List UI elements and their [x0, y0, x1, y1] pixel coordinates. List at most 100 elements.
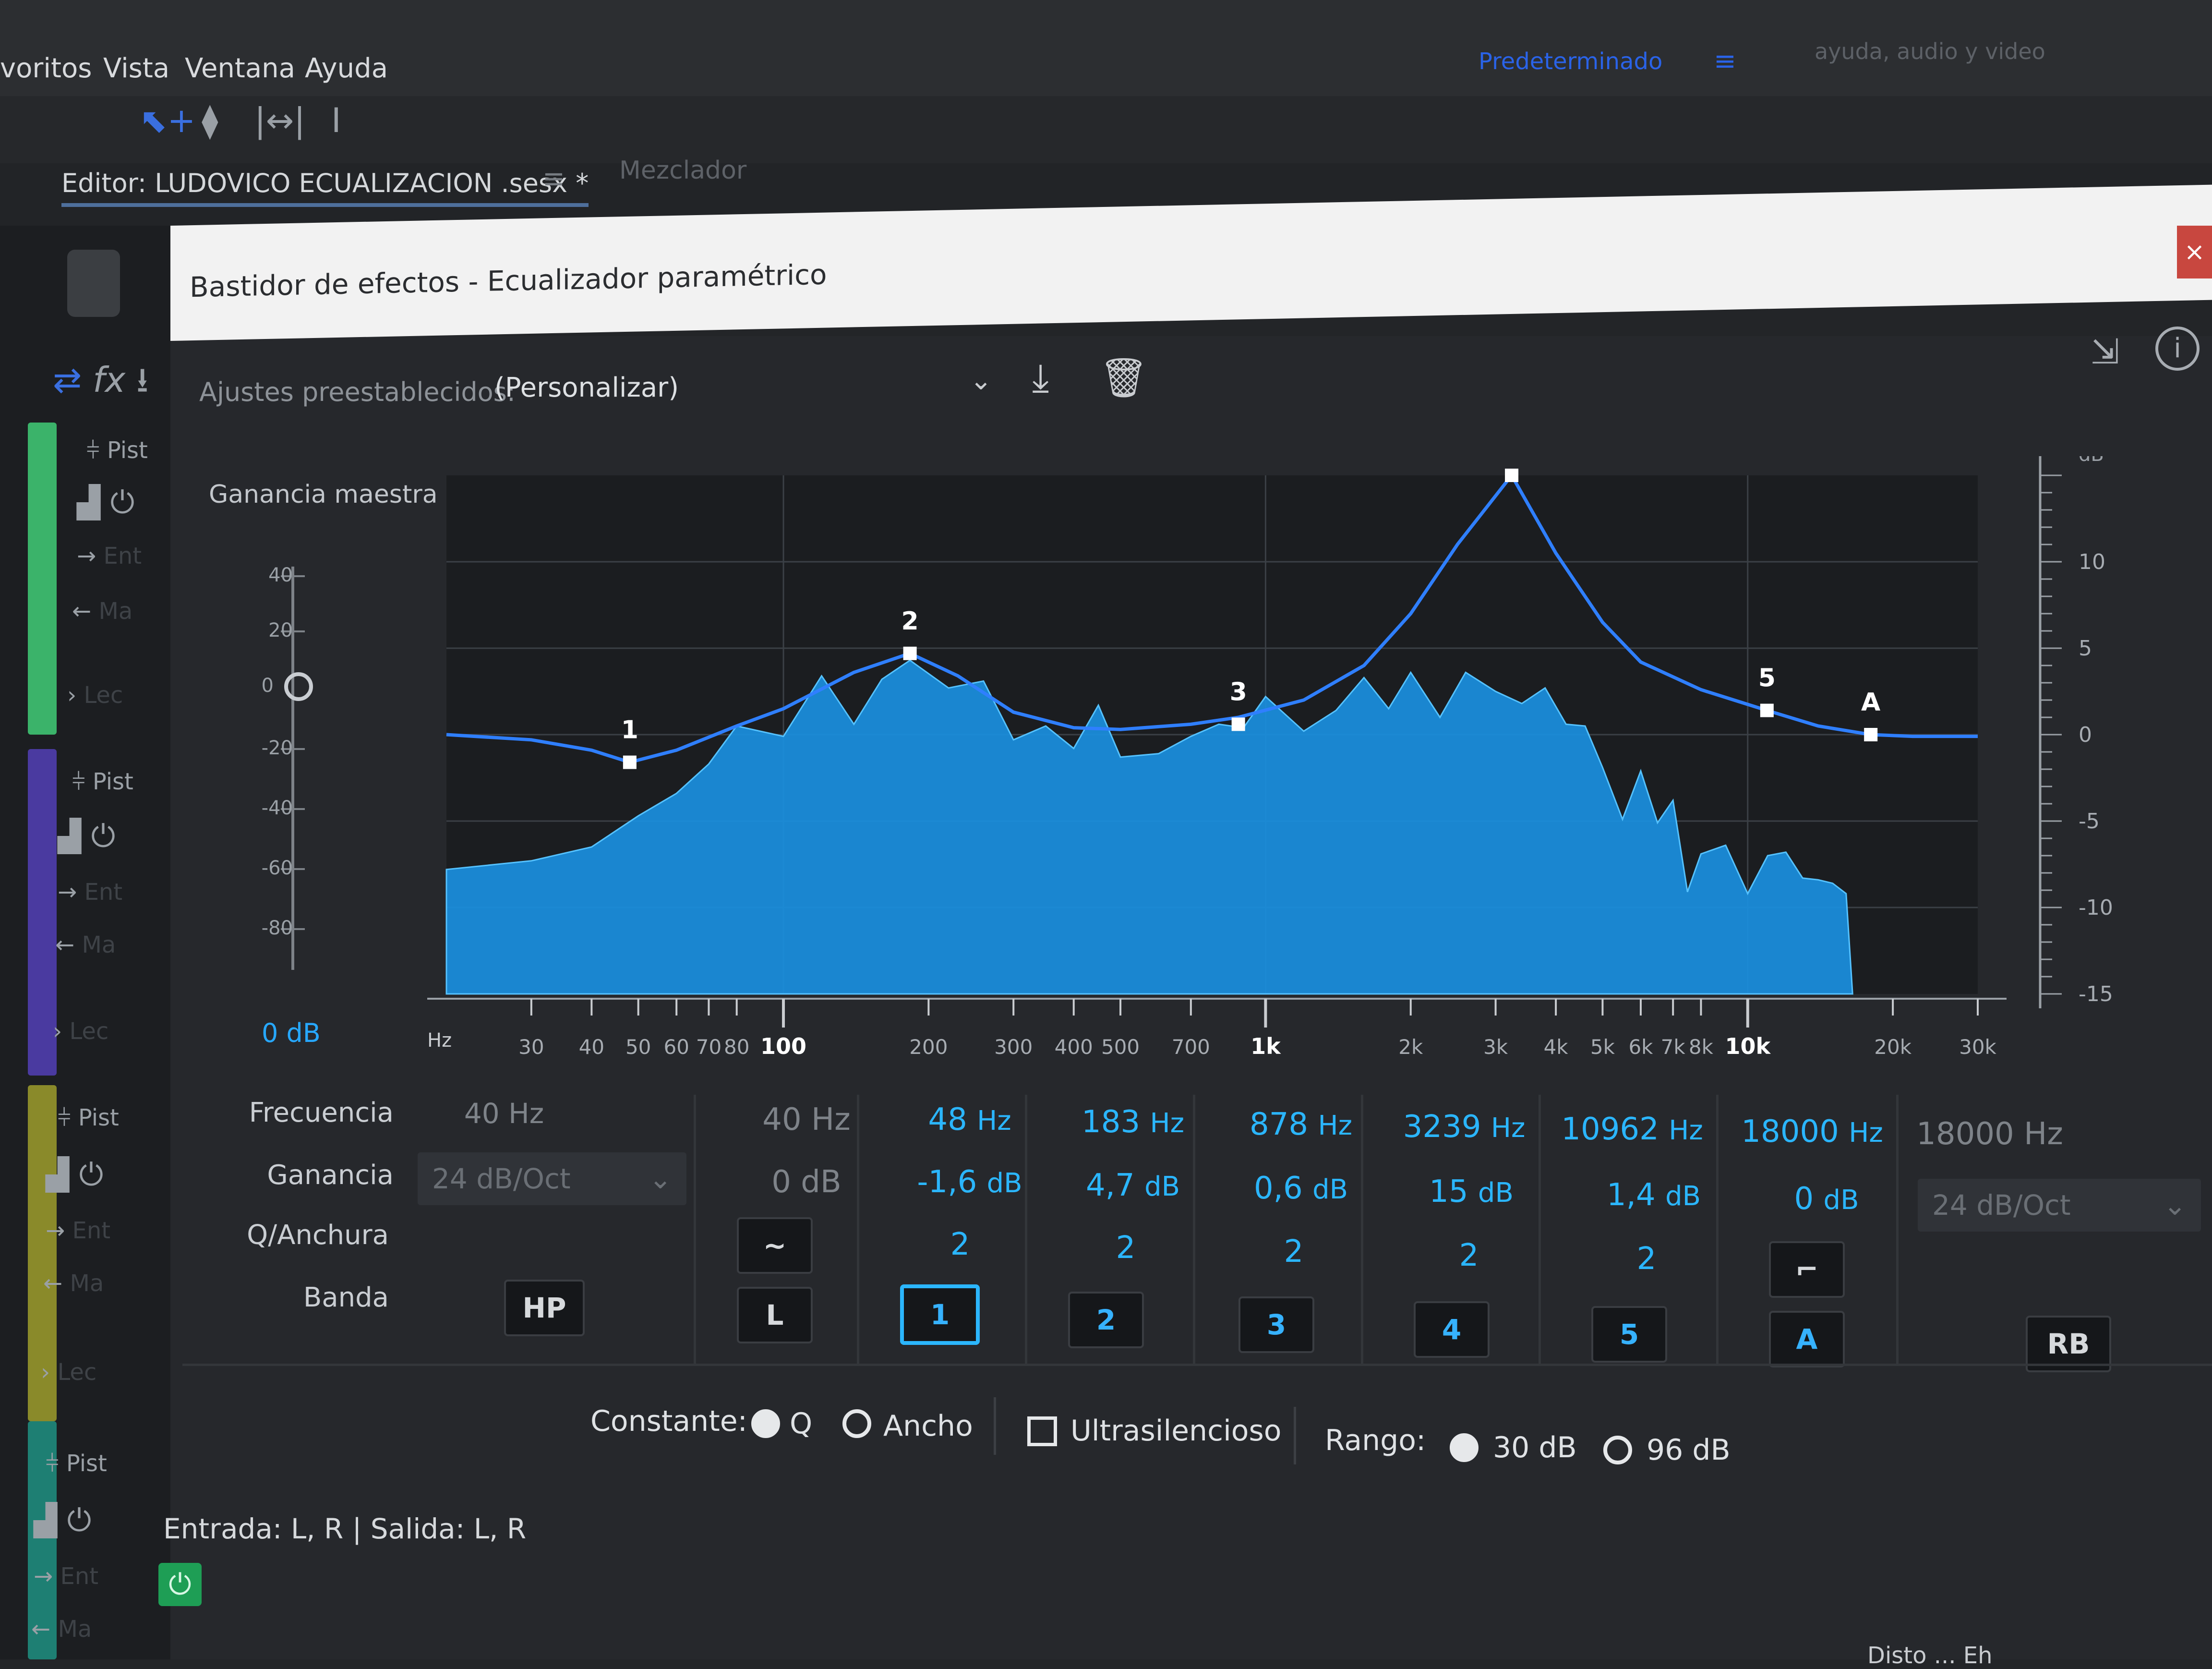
- band-3-q[interactable]: 2: [1214, 1234, 1373, 1270]
- master-gain-knob[interactable]: [284, 672, 313, 701]
- x-tick-label: 20k: [1874, 1035, 1911, 1059]
- track-expand-icon[interactable]: › Lec: [67, 682, 123, 709]
- lp-slope-dropdown[interactable]: 24 dB/Oct ⌄: [1918, 1179, 2201, 1232]
- track-name[interactable]: ⫩ Pist: [58, 1104, 119, 1132]
- menu-view[interactable]: Vista: [103, 53, 169, 84]
- band-5-q[interactable]: 2: [1567, 1241, 1726, 1277]
- band-2-q[interactable]: 2: [1046, 1230, 1205, 1266]
- band-5-gain[interactable]: 1,4 dB: [1575, 1177, 1733, 1213]
- track-name[interactable]: ⫩ Pist: [72, 768, 133, 796]
- hp-band-button[interactable]: HP: [504, 1280, 585, 1336]
- chevron-down-icon[interactable]: ⌄: [970, 365, 992, 396]
- preset-dropdown[interactable]: (Personalizar): [494, 372, 679, 403]
- lp-frequency[interactable]: 18000 Hz: [1911, 1116, 2069, 1152]
- band-1-handle[interactable]: [623, 755, 637, 769]
- track-volume-icon[interactable]: ▟ ⏻: [34, 1503, 91, 1538]
- band-5-handle[interactable]: [1760, 703, 1774, 717]
- band-A-handle[interactable]: [1864, 728, 1878, 741]
- high-shelf-icon[interactable]: ⌐: [1769, 1241, 1845, 1298]
- band-a-frequency[interactable]: 18000 Hz: [1733, 1114, 1891, 1149]
- ultra-quiet-label[interactable]: Ultrasilencioso: [1070, 1414, 1281, 1448]
- band-l-frequency[interactable]: 40 Hz: [727, 1102, 886, 1137]
- constant-width-label[interactable]: Ancho: [883, 1409, 973, 1443]
- band-3-gain[interactable]: 0,6 dB: [1222, 1171, 1380, 1206]
- range-30-radio[interactable]: [1450, 1433, 1479, 1462]
- constant-q-label[interactable]: Q: [790, 1407, 812, 1440]
- mixer-tab[interactable]: Mezclador: [619, 156, 746, 185]
- band-2-frequency[interactable]: 183 Hz: [1054, 1104, 1212, 1140]
- track-volume-icon[interactable]: ▟ ⏻: [58, 819, 115, 854]
- band-a-button[interactable]: A: [1769, 1311, 1845, 1367]
- track-name[interactable]: ⫩ Pist: [86, 437, 148, 464]
- track-output-arrow-icon[interactable]: ← Ma: [55, 931, 116, 958]
- band-4-frequency[interactable]: 3239 Hz: [1385, 1109, 1543, 1145]
- track-name[interactable]: ⫩ Pist: [46, 1450, 107, 1477]
- hp-frequency[interactable]: 40 Hz: [425, 1097, 583, 1130]
- eq-graph[interactable]: 12345A Hz3040506070801002003004005007001…: [418, 456, 2127, 1076]
- swap-icon[interactable]: ⇄: [53, 360, 82, 400]
- column-divider: [1025, 1095, 1027, 1364]
- routing-icon[interactable]: ⇲: [2091, 331, 2119, 372]
- workspace-menu-icon[interactable]: ≡: [1714, 46, 1736, 77]
- search-help-input[interactable]: ayuda, audio y video: [1815, 38, 2045, 64]
- ultra-quiet-checkbox[interactable]: [1027, 1416, 1057, 1446]
- razor-tool-icon[interactable]: ⧫: [202, 101, 218, 140]
- track-volume-icon[interactable]: ▟ ⏻: [46, 1157, 103, 1193]
- editor-tab[interactable]: Editor: LUDOVICO ECUALIZACION .sesx *: [61, 168, 589, 207]
- band-4-button[interactable]: 4: [1414, 1301, 1490, 1358]
- band-4-gain[interactable]: 15 dB: [1392, 1174, 1551, 1209]
- range-96-label[interactable]: 96 dB: [1647, 1433, 1731, 1467]
- track-input-arrow-icon[interactable]: → Ent: [46, 1217, 110, 1244]
- track-output-arrow-icon[interactable]: ← Ma: [43, 1270, 104, 1297]
- time-selection-tool-icon[interactable]: I: [331, 101, 341, 140]
- gain-tick-label: -20: [261, 737, 293, 759]
- trash-icon[interactable]: 🗑: [1099, 355, 1148, 400]
- band-3-frequency[interactable]: 878 Hz: [1222, 1107, 1380, 1142]
- constant-q-radio[interactable]: [751, 1409, 780, 1438]
- master-gain-value[interactable]: 0 dB: [262, 1018, 321, 1048]
- band-a-gain[interactable]: 0 dB: [1747, 1181, 1906, 1217]
- track-expand-icon[interactable]: › Lec: [41, 1359, 96, 1386]
- band-4-handle[interactable]: [1505, 469, 1519, 482]
- menu-favorites[interactable]: voritos: [0, 53, 92, 84]
- band-l-gain[interactable]: 0 dB: [727, 1164, 886, 1200]
- range-30-label[interactable]: 30 dB: [1493, 1431, 1577, 1464]
- track-input-arrow-icon[interactable]: → Ent: [34, 1563, 98, 1590]
- track-expand-icon[interactable]: › Lec: [53, 1018, 108, 1045]
- power-icon[interactable]: ⏻: [158, 1563, 202, 1606]
- info-icon[interactable]: i: [2155, 327, 2200, 371]
- save-preset-icon[interactable]: ⤓: [1032, 355, 1049, 400]
- fx-icon[interactable]: fx: [93, 360, 125, 400]
- constant-width-radio[interactable]: [842, 1409, 871, 1438]
- close-button[interactable]: ×: [2177, 226, 2212, 278]
- hp-slope-dropdown[interactable]: 24 dB/Oct ⌄: [418, 1152, 686, 1205]
- panel-menu-icon[interactable]: ≡: [542, 163, 565, 194]
- band-1-button[interactable]: 1: [900, 1284, 980, 1345]
- options-divider: [994, 1397, 996, 1455]
- band-5-frequency[interactable]: 10962 Hz: [1553, 1112, 1711, 1147]
- track-volume-icon[interactable]: ▟ ⏻: [77, 485, 134, 520]
- move-tool-icon[interactable]: ⬉+: [139, 101, 195, 140]
- range-96-radio[interactable]: [1603, 1436, 1632, 1464]
- menu-window[interactable]: Ventana: [185, 53, 295, 84]
- track-input-arrow-icon[interactable]: → Ent: [77, 543, 142, 569]
- menu-help[interactable]: Ayuda: [305, 53, 388, 84]
- band-1-q[interactable]: 2: [881, 1227, 1039, 1262]
- band-2-handle[interactable]: [903, 646, 917, 660]
- band-5-button[interactable]: 5: [1591, 1306, 1667, 1363]
- band-1-marker-label: 1: [621, 716, 638, 745]
- slip-tool-icon[interactable]: |↔|: [254, 101, 305, 140]
- band-2-button[interactable]: 2: [1068, 1292, 1144, 1348]
- low-shelf-icon[interactable]: ∼: [737, 1217, 813, 1274]
- track-output-arrow-icon[interactable]: ← Ma: [31, 1616, 92, 1643]
- track-output-arrow-icon[interactable]: ← Ma: [72, 598, 132, 625]
- band-3-handle[interactable]: [1231, 717, 1245, 731]
- workspace-selector[interactable]: Predeterminado: [1479, 48, 1662, 75]
- insert-icon[interactable]: ⭳: [136, 360, 148, 400]
- track-input-arrow-icon[interactable]: → Ent: [58, 879, 122, 906]
- chevron-down-icon: ⌄: [2163, 1189, 2187, 1222]
- band-4-q[interactable]: 2: [1390, 1238, 1548, 1273]
- band-l-button[interactable]: L: [737, 1287, 813, 1343]
- band-3-button[interactable]: 3: [1238, 1296, 1314, 1353]
- band-2-gain[interactable]: 4,7 dB: [1054, 1168, 1212, 1203]
